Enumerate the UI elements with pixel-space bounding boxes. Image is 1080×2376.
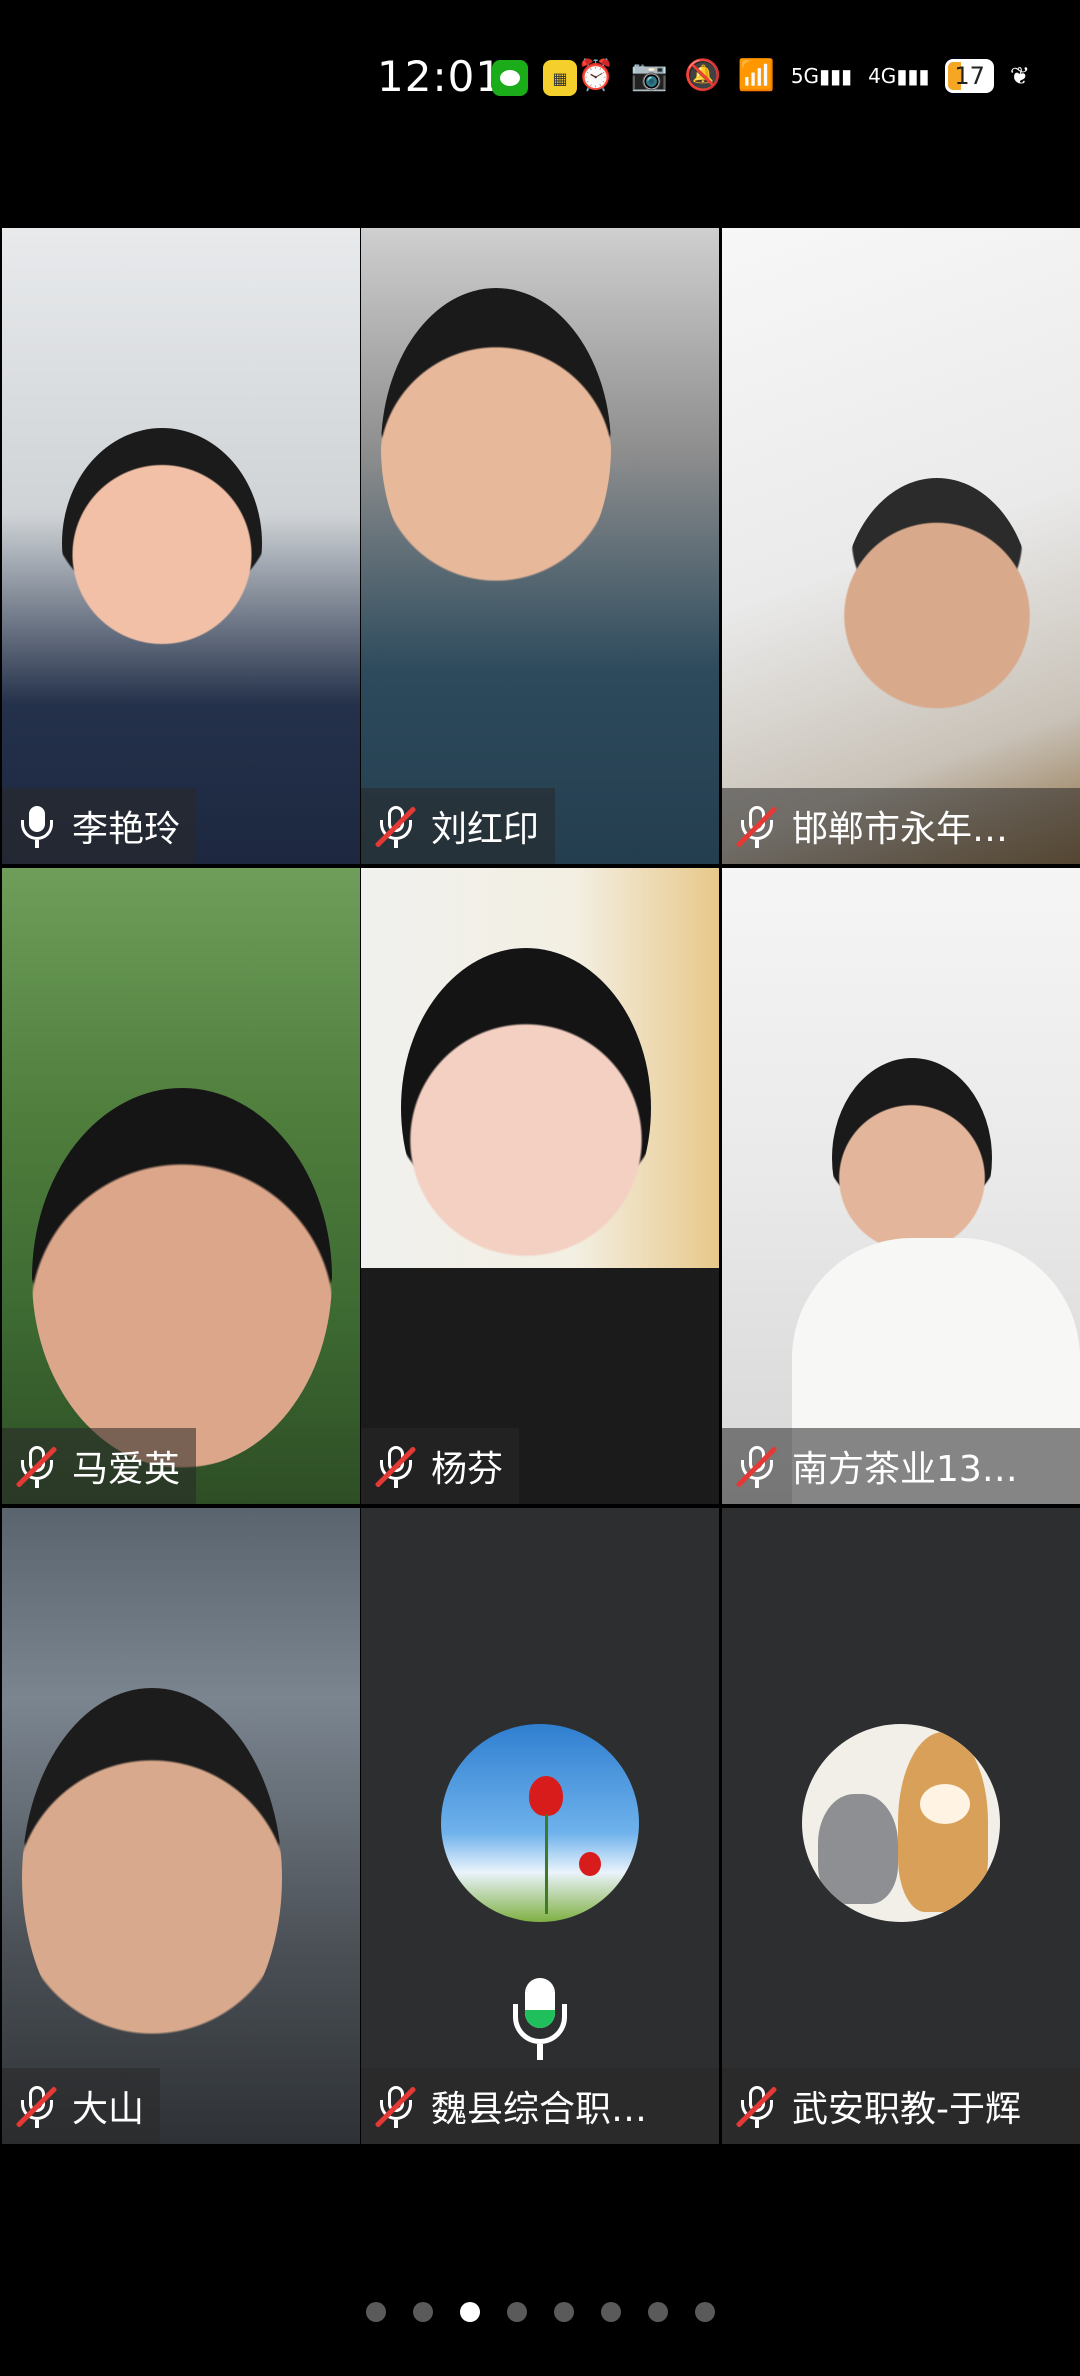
participant-video — [32, 1088, 332, 1468]
page-dot[interactable] — [506, 2302, 527, 2322]
participant-label: 李艳玲 — [2, 788, 197, 864]
page-indicator[interactable] — [0, 2302, 1080, 2322]
camera-icon: 📷 — [630, 58, 669, 93]
mic-muted-icon — [375, 1444, 417, 1488]
participant-video — [832, 1058, 992, 1258]
participant-label: 刘红印 — [361, 788, 556, 864]
mic-on-icon — [16, 804, 58, 848]
participant-name: 武安职教-于辉 — [792, 2089, 1021, 2130]
mic-muted-icon — [375, 804, 417, 848]
participant-label: 邯郸市永年… — [722, 788, 1080, 864]
participant-tile-5[interactable]: 杨芬 — [361, 868, 719, 1504]
participant-avatar — [441, 1724, 639, 1922]
alarm-icon: ⏰ — [577, 58, 615, 93]
wechat-icon — [492, 60, 528, 96]
participant-tile-1[interactable]: 李艳玲 — [2, 228, 360, 864]
participant-tile-7[interactable]: 大山 — [2, 1508, 360, 2144]
participant-tile-3[interactable]: 邯郸市永年… — [722, 228, 1080, 864]
battery-icon: 17 — [945, 58, 994, 93]
mute-bell-icon: 🔕 — [684, 58, 722, 93]
participant-video — [381, 288, 611, 608]
participant-name: 杨芬 — [431, 1449, 504, 1490]
page-dot[interactable] — [365, 2302, 386, 2322]
page-dot[interactable] — [553, 2302, 574, 2322]
participant-label: 杨芬 — [361, 1428, 520, 1504]
page-dot[interactable] — [694, 2302, 715, 2322]
mic-muted-icon — [736, 804, 778, 848]
status-bar: 12:01 ▦ ⏰ 📷 🔕 📶 5G▮▮▮ 4G▮▮▮ 17 ❦ — [0, 0, 1080, 150]
leaf-icon: ❦ — [1009, 61, 1030, 90]
mic-muted-icon — [16, 1444, 58, 1488]
participant-label: 马爱英 — [2, 1428, 197, 1504]
page-dot-active[interactable] — [459, 2302, 480, 2322]
participant-name: 南方茶业13… — [792, 1449, 1018, 1490]
status-time: 12:01 — [377, 52, 504, 101]
notification-app-icon: ▦ — [543, 60, 577, 96]
page-dot[interactable] — [412, 2302, 433, 2322]
participant-label: 武安职教-于辉 — [722, 2068, 1080, 2144]
participant-tile-4[interactable]: 马爱英 — [2, 868, 360, 1504]
participant-label: 魏县综合职… — [361, 2068, 719, 2144]
participant-name: 魏县综合职… — [431, 2089, 648, 2130]
participant-tile-2[interactable]: 刘红印 — [361, 228, 719, 864]
participant-video — [842, 478, 1032, 728]
mic-muted-icon — [375, 2084, 417, 2128]
participant-name: 大山 — [72, 2089, 145, 2130]
participant-tile-9[interactable]: 武安职教-于辉 — [722, 1508, 1080, 2144]
participant-label: 南方茶业13… — [722, 1428, 1080, 1504]
participant-tile-8[interactable]: 魏县综合职… — [361, 1508, 719, 2144]
5g-signal-icon: 5G▮▮▮ — [790, 63, 853, 88]
participant-name: 马爱英 — [72, 1449, 181, 1490]
participant-grid: 李艳玲 刘红印 邯郸市永年… 马爱英 杨芬 南方茶业13… 大山 魏县综合职… … — [0, 228, 1080, 2148]
participant-label: 大山 — [2, 2068, 161, 2144]
page-dot[interactable] — [600, 2302, 621, 2322]
mic-muted-icon — [16, 2084, 58, 2128]
speaking-mic-icon — [511, 1978, 569, 2068]
participant-video — [22, 1688, 282, 2068]
4g-signal-icon: 4G▮▮▮ — [868, 63, 930, 88]
participant-name: 李艳玲 — [72, 809, 181, 850]
status-icons: ⏰ 📷 🔕 📶 5G▮▮▮ 4G▮▮▮ 17 ❦ — [577, 58, 1030, 93]
participant-name: 刘红印 — [431, 809, 540, 850]
page-dot[interactable] — [647, 2302, 668, 2322]
participant-video — [62, 428, 262, 658]
mic-muted-icon — [736, 2084, 778, 2128]
participant-video — [401, 948, 651, 1268]
participant-name: 邯郸市永年… — [792, 809, 1009, 850]
participant-tile-6[interactable]: 南方茶业13… — [722, 868, 1080, 1504]
participant-avatar — [802, 1724, 1000, 1922]
mic-muted-icon — [736, 1444, 778, 1488]
wifi-icon: 📶 — [737, 58, 775, 93]
